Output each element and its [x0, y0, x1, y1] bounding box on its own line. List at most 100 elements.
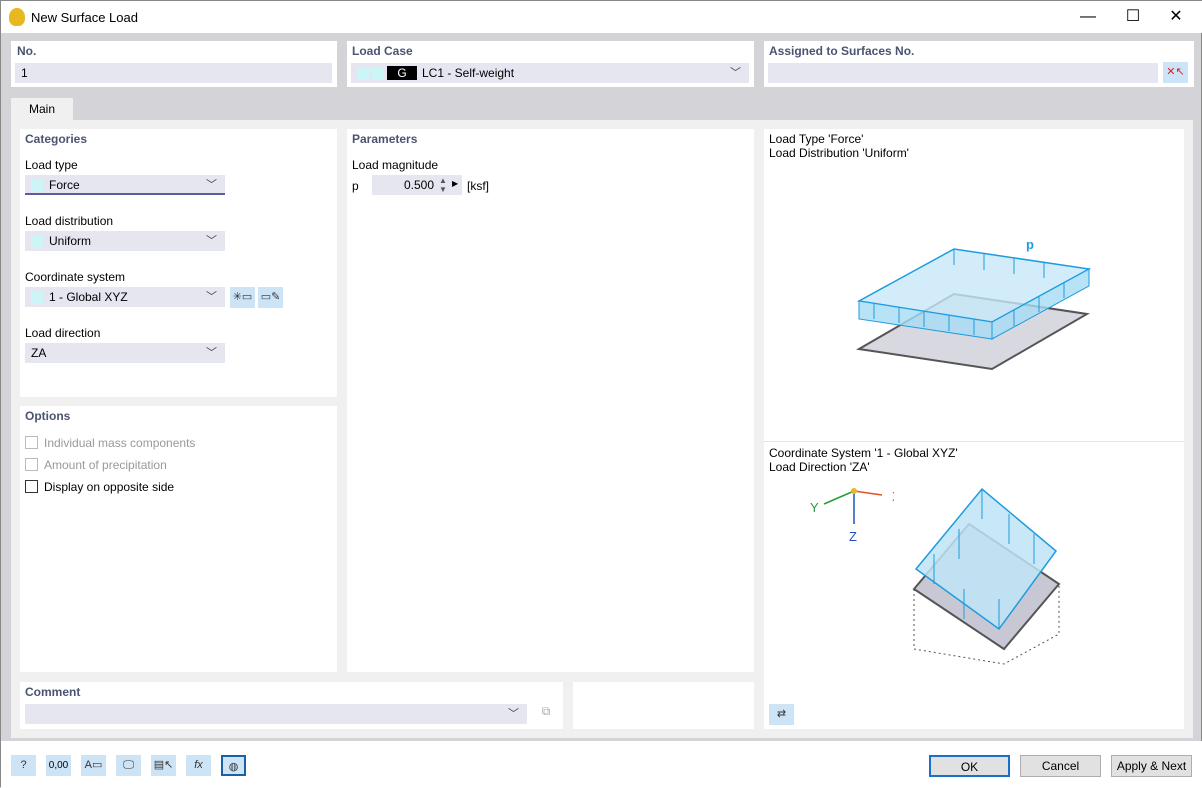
- unit-label: [ksf]: [467, 179, 489, 193]
- assigned-input[interactable]: [768, 63, 1158, 83]
- color-swatch: [31, 236, 43, 248]
- apply-next-button[interactable]: Apply & Next: [1111, 755, 1192, 777]
- minimize-button[interactable]: —: [1073, 5, 1103, 29]
- brain-button[interactable]: ◍: [221, 755, 246, 776]
- copy-icon: ⧉: [542, 704, 551, 718]
- select-icon: ▤↖: [154, 759, 174, 771]
- precipitation-label: Amount of precipitation: [44, 458, 167, 472]
- chevron-down-icon: ﹀: [206, 231, 217, 251]
- cancel-button[interactable]: Cancel: [1020, 755, 1101, 777]
- comment-input[interactable]: ﹀: [25, 704, 527, 724]
- preview-load-type: Load Type 'Force': [769, 132, 863, 146]
- new-window-icon: ✳▭: [233, 291, 253, 303]
- help-icon: ?: [20, 759, 26, 771]
- copy-comment-button[interactable]: ⧉: [535, 704, 557, 724]
- view-button[interactable]: 🖵: [116, 755, 141, 776]
- coordinate-system-label: Coordinate system: [25, 270, 125, 284]
- color-swatch: [31, 292, 43, 304]
- chevron-down-icon: ﹀: [730, 63, 741, 83]
- options-panel: Options Individual mass components Amoun…: [20, 406, 337, 672]
- load-magnitude-label: Load magnitude: [352, 158, 438, 172]
- help-button[interactable]: ?: [11, 755, 36, 776]
- formula-button[interactable]: fx: [186, 755, 211, 776]
- spin-buttons[interactable]: ▲▼: [439, 176, 447, 194]
- load-direction-label: Load direction: [25, 326, 100, 340]
- swap-icon: ⇄: [777, 708, 786, 720]
- coordinate-system-select[interactable]: 1 - Global XYZ ﹀: [25, 287, 225, 307]
- new-coordinate-system-button[interactable]: ✳▭: [230, 287, 255, 308]
- formula-icon: fx: [194, 759, 203, 771]
- title-bar: New Surface Load — ☐ ✕: [1, 1, 1202, 33]
- parameters-panel: Parameters Load magnitude p 0.500 ▲▼ ▶ […: [347, 129, 754, 672]
- pick-cursor-icon: ✕↖: [1166, 66, 1184, 78]
- chevron-down-icon: ﹀: [206, 287, 217, 307]
- color-swatch: [372, 68, 384, 80]
- load-direction-select[interactable]: ZA ﹀: [25, 343, 225, 363]
- app-icon: [9, 8, 25, 26]
- axis-z-label: Z: [849, 529, 857, 544]
- individual-mass-checkbox[interactable]: [25, 436, 38, 449]
- preview-load-direction: Load Direction 'ZA': [769, 460, 870, 474]
- axes-icon: X Y Z: [804, 479, 894, 549]
- edit-window-icon: ▭✎: [261, 291, 281, 303]
- comment-panel: Comment ﹀ ⧉: [20, 682, 563, 729]
- units-icon: 0,00: [49, 760, 68, 771]
- load-case-panel: Load Case GLC1 - Self-weight ﹀: [347, 41, 754, 87]
- number-input[interactable]: 1: [15, 63, 332, 83]
- number-panel: No. 1: [11, 41, 337, 87]
- options-title: Options: [25, 409, 70, 423]
- units-button[interactable]: 0,00: [46, 755, 71, 776]
- switch-view-button[interactable]: ⇄: [769, 704, 794, 725]
- load-case-value: LC1 - Self-weight: [422, 66, 514, 80]
- chevron-down-icon: ﹀: [206, 343, 217, 363]
- window-title: New Surface Load: [31, 10, 138, 25]
- close-button[interactable]: ✕: [1161, 5, 1191, 29]
- load-type-select[interactable]: Force ﹀: [25, 175, 225, 195]
- assigned-label: Assigned to Surfaces No.: [769, 44, 914, 58]
- uniform-load-diagram: p: [854, 229, 1094, 379]
- load-distribution-value: Uniform: [49, 234, 91, 248]
- arrow-right-icon[interactable]: ▶: [452, 179, 458, 188]
- number-label: No.: [17, 44, 36, 58]
- pick-surfaces-button[interactable]: ✕↖: [1163, 62, 1188, 83]
- edit-coordinate-system-button[interactable]: ▭✎: [258, 287, 283, 308]
- opposite-side-label: Display on opposite side: [44, 480, 174, 494]
- preview-panel: Load Type 'Force' Load Distribution 'Uni…: [764, 129, 1184, 729]
- p-symbol: p: [352, 179, 359, 193]
- monitor-icon: 🖵: [123, 759, 134, 771]
- load-type-value: Force: [49, 178, 80, 192]
- parameters-title: Parameters: [352, 132, 417, 146]
- load-case-select[interactable]: G LC1 - Self-weight ﹀: [351, 63, 749, 83]
- color-swatch: [31, 180, 43, 192]
- footer: ? 0,00 A▭ 🖵 ▤↖ fx ◍ OK Cancel Apply & Ne…: [1, 741, 1202, 788]
- empty-panel: [573, 682, 754, 729]
- text-style-icon: A▭: [85, 759, 103, 771]
- rotated-load-diagram: [904, 479, 1074, 669]
- tab-main[interactable]: Main: [11, 98, 73, 121]
- load-distribution-label: Load distribution: [25, 214, 113, 228]
- axis-y-label: Y: [810, 500, 819, 515]
- chevron-down-icon: ﹀: [508, 704, 519, 724]
- brain-icon: ◍: [229, 761, 239, 773]
- assigned-panel: Assigned to Surfaces No. ✕↖: [764, 41, 1194, 87]
- precipitation-checkbox[interactable]: [25, 458, 38, 471]
- select-button[interactable]: ▤↖: [151, 755, 176, 776]
- load-magnitude-input[interactable]: 0.500: [372, 175, 462, 195]
- maximize-button[interactable]: ☐: [1118, 5, 1148, 29]
- load-direction-value: ZA: [31, 346, 46, 360]
- coordinate-system-value: 1 - Global XYZ: [49, 290, 128, 304]
- divider: [764, 441, 1184, 442]
- individual-mass-label: Individual mass components: [44, 436, 195, 450]
- preview-distribution: Load Distribution 'Uniform': [769, 146, 909, 160]
- load-type-label: Load type: [25, 158, 78, 172]
- chevron-down-icon: ﹀: [206, 175, 217, 195]
- p-label: p: [1026, 237, 1034, 252]
- comment-label: Comment: [25, 685, 80, 699]
- load-distribution-select[interactable]: Uniform ﹀: [25, 231, 225, 251]
- load-case-badge: G: [387, 66, 417, 80]
- preview-coordinate-system: Coordinate System '1 - Global XYZ': [769, 446, 958, 460]
- ok-button[interactable]: OK: [929, 755, 1010, 777]
- axis-x-label: X: [892, 489, 894, 504]
- opposite-side-checkbox[interactable]: [25, 480, 38, 493]
- text-style-button[interactable]: A▭: [81, 755, 106, 776]
